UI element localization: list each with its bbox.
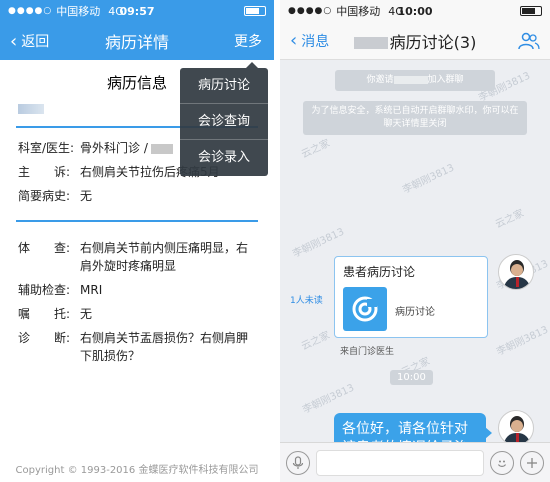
- card-title: 患者病历讨论: [343, 265, 416, 279]
- case-discussion-logo-icon: [343, 287, 387, 331]
- battery-icon: [244, 6, 266, 16]
- field-value: 右侧肩关节盂唇损伤？右侧肩胛下肌损伤？: [80, 331, 249, 363]
- input-bar: [280, 442, 550, 482]
- field-row: 诊 断: 右侧肩关节盂唇损伤？右侧肩胛下肌损伤？: [0, 326, 274, 368]
- battery-icon: [520, 6, 542, 16]
- network-label: 4G: [388, 4, 404, 18]
- field-value: MRI: [80, 283, 103, 297]
- watermark: 李朝刚3813: [291, 226, 347, 261]
- network-label: 4G: [108, 4, 124, 18]
- menu-item-case-discussion[interactable]: 病历讨论: [180, 68, 268, 104]
- field-label: 科室/医生:: [18, 141, 75, 155]
- watermark: 云之家: [299, 137, 332, 161]
- chat-area[interactable]: 李朝刚3813 云之家 李朝刚3813 云之家 李朝刚3813 李朝刚3813 …: [280, 70, 550, 482]
- system-message: 你邀请 加入群聊: [335, 70, 495, 91]
- nav-bar: ‹ 返回 病历详情 更多: [0, 22, 274, 60]
- back-button[interactable]: ‹ 返回: [0, 31, 49, 52]
- group-icon: [518, 32, 540, 49]
- patient-name-redacted: [18, 104, 44, 114]
- watermark: 李朝刚3813: [401, 162, 457, 197]
- message-input[interactable]: [316, 449, 484, 476]
- redacted-title: [353, 37, 388, 49]
- emoji-icon[interactable]: [490, 450, 514, 475]
- group-members-button[interactable]: [518, 32, 550, 50]
- status-bar: ●●●●○ 中国移动 4G 10:00: [280, 0, 550, 22]
- nav-bar: ‹ 消息 病历讨论(3): [280, 22, 550, 60]
- menu-item-consult-query[interactable]: 会诊查询: [180, 104, 268, 140]
- watermark: 云之家: [493, 207, 526, 231]
- back-button[interactable]: ‹ 消息: [280, 30, 329, 51]
- field-row: 辅助检查: MRI: [0, 278, 274, 302]
- back-label: 返回: [21, 34, 50, 50]
- watermark: 云之家: [299, 329, 332, 353]
- case-discussion-card[interactable]: 患者病历讨论 病历讨论: [334, 256, 488, 338]
- plus-icon[interactable]: [520, 450, 544, 475]
- chevron-left-icon: ‹: [290, 30, 298, 51]
- field-label: 简要病史:: [18, 189, 71, 203]
- read-status[interactable]: 1人未读: [290, 293, 323, 306]
- left-phone-screen: ●●●●○ 中国移动 4G 09:57 ‹ 返回 病历详情 更多 病历讨论 会诊…: [0, 0, 274, 482]
- redacted-doctor: [150, 143, 173, 154]
- more-button[interactable]: 更多: [234, 31, 274, 51]
- status-bar: ●●●●○ 中国移动 4G 09:57: [0, 0, 274, 22]
- watermark: 李朝刚3813: [301, 382, 357, 417]
- field-value: 无: [80, 189, 93, 203]
- field-row: 简要病史: 无: [0, 184, 274, 208]
- back-label: 消息: [301, 33, 330, 50]
- field-value: 无: [80, 307, 93, 321]
- divider: [16, 220, 258, 222]
- avatar[interactable]: [498, 254, 534, 290]
- right-phone-screen: ●●●●○ 中国移动 4G 10:00 ‹ 消息 病历讨论(3) 李朝刚3813…: [280, 0, 550, 482]
- signal-icon: ●●●●○: [8, 6, 53, 16]
- chevron-left-icon: ‹: [10, 30, 18, 52]
- field-label: 嘱 托:: [18, 307, 71, 321]
- copyright-text: Copyright © 1993-2016 金蝶医疗软件科技有限公司: [15, 465, 259, 476]
- more-menu: 病历讨论 会诊查询 会诊录入: [180, 62, 268, 176]
- carrier-label: 中国移动: [336, 5, 381, 18]
- card-source: 来自门诊医生: [340, 347, 395, 357]
- signal-icon: ●●●●○: [288, 6, 333, 16]
- watermark: 李朝刚3813: [495, 324, 550, 359]
- card-subtitle: 病历讨论: [395, 307, 435, 318]
- field-row: 体 查: 右侧肩关节前内侧压痛明显，右肩外旋时疼痛明显: [0, 236, 274, 278]
- field-value: 右侧肩关节前内侧压痛明显，右肩外旋时疼痛明显: [80, 241, 249, 273]
- avatar[interactable]: [498, 410, 534, 446]
- field-label: 主 诉:: [18, 165, 71, 179]
- field-row: 嘱 托: 无: [0, 302, 274, 326]
- field-label: 体 查:: [18, 241, 71, 255]
- microphone-icon[interactable]: [286, 450, 310, 475]
- menu-item-consult-entry[interactable]: 会诊录入: [180, 140, 268, 176]
- time-divider: 10:00: [390, 370, 433, 385]
- field-label: 辅助检查:: [18, 283, 71, 297]
- system-message: 为了信息安全，系统已自动开启群聊水印，你可以在聊天详情里关闭: [303, 101, 527, 135]
- redacted-names: [393, 75, 428, 84]
- field-label: 诊 断:: [18, 331, 71, 345]
- carrier-label: 中国移动: [56, 5, 101, 18]
